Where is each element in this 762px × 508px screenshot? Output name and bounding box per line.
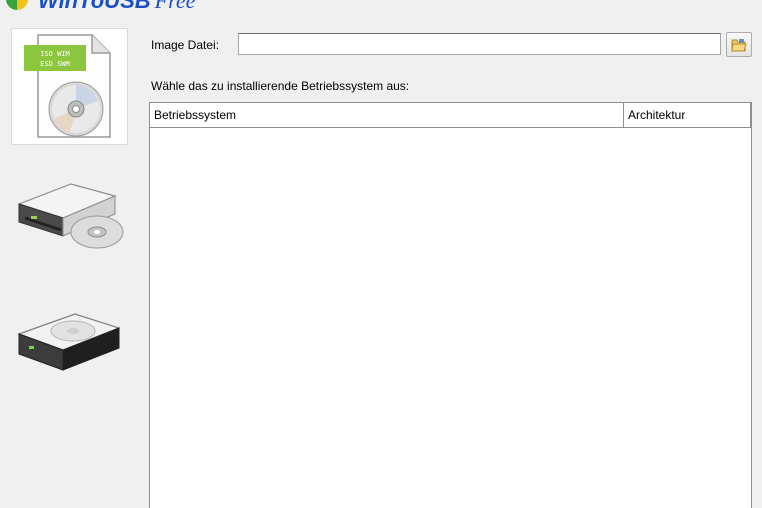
app-window: WinToUSB Free ISO WIM ESD SWM Image Date…	[0, 0, 762, 508]
column-header-betriebssystem[interactable]: Betriebssystem	[150, 103, 624, 127]
os-list-rows	[150, 128, 751, 508]
iso-badge-line1: ISO WIM	[40, 50, 70, 58]
hard-disk-icon	[17, 313, 121, 371]
image-file-label: Image Datei:	[151, 38, 220, 52]
column-header-architektur[interactable]: Architektur	[624, 103, 751, 127]
sidebar-item-image-file[interactable]: ISO WIM ESD SWM	[11, 28, 128, 145]
app-title: WinToUSB Free	[38, 0, 195, 14]
browse-button[interactable]	[726, 32, 752, 57]
app-banner: WinToUSB Free	[0, 0, 762, 14]
image-file-input[interactable]	[238, 33, 721, 55]
app-title-text: WinToUSB	[38, 0, 151, 13]
sidebar-item-cd-drive[interactable]	[11, 164, 128, 281]
os-list-header: Betriebssystem Architektur	[150, 103, 751, 128]
iso-file-icon: ISO WIM ESD SWM	[24, 34, 111, 138]
os-list[interactable]: Betriebssystem Architektur	[149, 102, 752, 508]
source-sidebar: ISO WIM ESD SWM	[0, 14, 138, 508]
app-logo-icon	[6, 0, 28, 10]
cd-drive-icon	[17, 183, 124, 249]
iso-badge-line2: ESD SWM	[40, 60, 70, 68]
app-edition: Free	[154, 0, 196, 13]
os-select-prompt: Wähle das zu installierende Betriebssyst…	[151, 79, 410, 93]
folder-open-icon	[731, 39, 747, 52]
sidebar-item-hard-disk[interactable]	[11, 294, 128, 411]
